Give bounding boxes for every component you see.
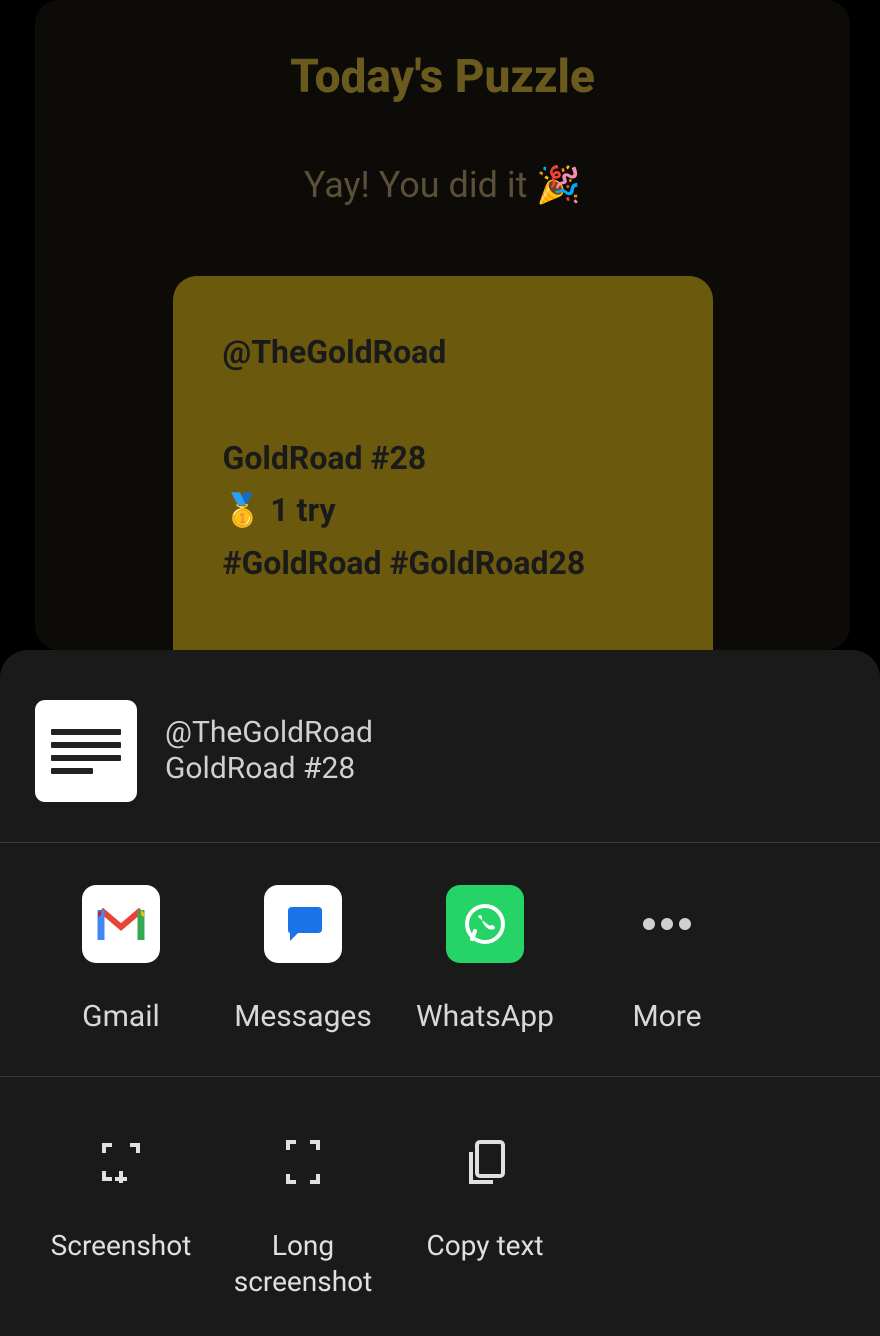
share-preview-text: @TheGoldRoad GoldRoad #28 <box>165 715 373 787</box>
action-label-screenshot: Screenshot <box>51 1228 192 1264</box>
whatsapp-icon <box>446 885 524 963</box>
long-screenshot-icon <box>264 1132 342 1192</box>
more-icon <box>628 885 706 963</box>
puzzle-card: Today's Puzzle Yay! You did it 🎉 @TheGol… <box>35 0 850 650</box>
puzzle-subtitle: Yay! You did it 🎉 <box>65 164 820 206</box>
screenshot-icon <box>82 1132 160 1192</box>
share-app-gmail[interactable]: Gmail <box>30 885 212 1034</box>
puzzle-title: Today's Puzzle <box>65 50 820 104</box>
share-apps-row: Gmail Messages WhatsApp <box>0 843 880 1076</box>
share-result: 🥇 1 try <box>223 484 663 537</box>
share-sheet: @TheGoldRoad GoldRoad #28 Gmail <box>0 650 880 1336</box>
share-hashtags: #GoldRoad #GoldRoad28 <box>223 537 663 590</box>
action-long-screenshot[interactable]: Long screenshot <box>212 1132 394 1301</box>
share-actions-row: Screenshot Long screenshot Copy text <box>0 1077 880 1331</box>
app-label-messages: Messages <box>234 999 372 1034</box>
share-app-whatsapp[interactable]: WhatsApp <box>394 885 576 1034</box>
copy-text-icon <box>446 1132 524 1192</box>
gmail-icon <box>82 885 160 963</box>
share-header: @TheGoldRoad GoldRoad #28 <box>0 650 880 842</box>
app-label-more: More <box>632 999 701 1034</box>
share-game-name: GoldRoad #28 <box>223 432 663 485</box>
action-label-long-screenshot: Long screenshot <box>212 1228 394 1301</box>
app-label-whatsapp: WhatsApp <box>416 999 554 1034</box>
action-copy-text[interactable]: Copy text <box>394 1132 576 1301</box>
text-document-icon <box>35 700 137 802</box>
share-handle: @TheGoldRoad <box>223 326 663 379</box>
share-preview-line2: GoldRoad #28 <box>165 751 373 787</box>
share-preview-line1: @TheGoldRoad <box>165 715 373 751</box>
app-label-gmail: Gmail <box>82 999 160 1034</box>
share-app-more[interactable]: More <box>576 885 758 1034</box>
share-app-messages[interactable]: Messages <box>212 885 394 1034</box>
action-screenshot[interactable]: Screenshot <box>30 1132 212 1301</box>
action-label-copy-text: Copy text <box>426 1228 543 1264</box>
messages-icon <box>264 885 342 963</box>
